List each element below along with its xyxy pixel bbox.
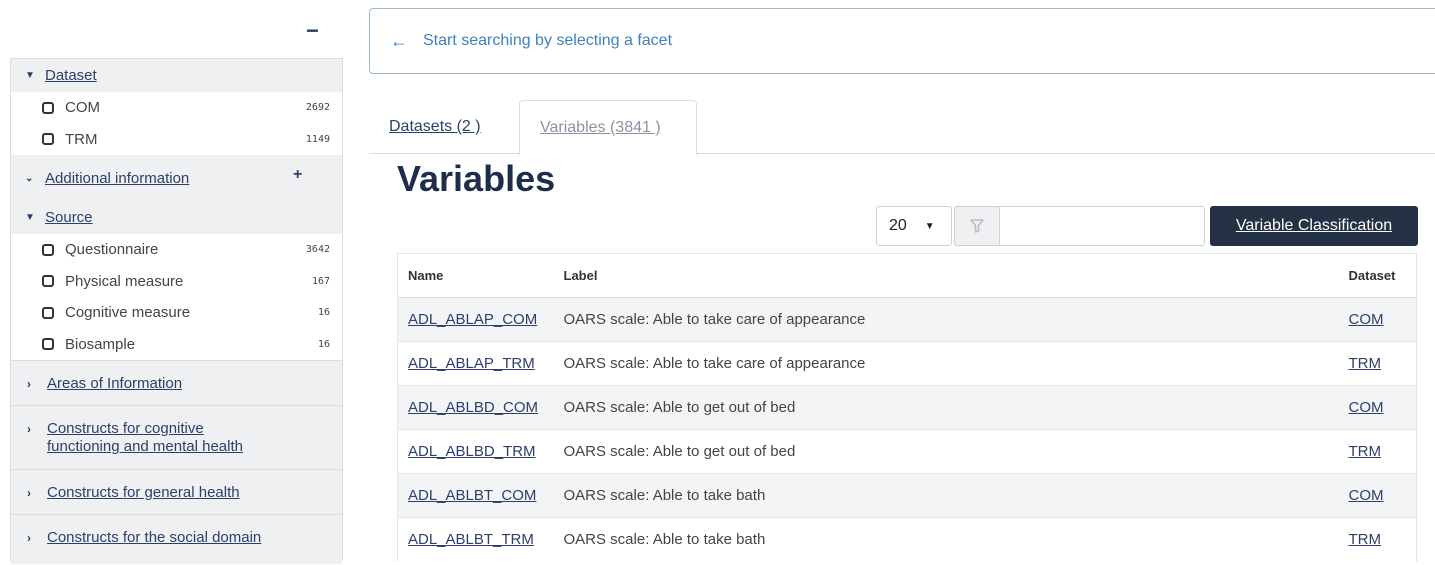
facet-title-line: Constructs for cognitive [47, 420, 204, 437]
plus-icon[interactable]: + [293, 166, 302, 184]
chevron-right-icon: › [27, 422, 31, 436]
facet-option-label: COM [65, 99, 100, 117]
variable-label: OARS scale: Able to take bath [563, 517, 1337, 562]
column-header-label[interactable]: Label [563, 253, 1337, 298]
tab-variables[interactable]: Variables (3841 ) [519, 100, 697, 155]
dataset-link[interactable]: TRM [1349, 531, 1382, 548]
facet-title-constructs-cognitive[interactable]: Constructs for cognitive functioning and… [47, 420, 243, 456]
facet-option-label: Biosample [65, 335, 136, 353]
chevron-right-icon: › [27, 531, 31, 545]
facet-option-questionnaire[interactable]: Questionnaire 3642 [11, 234, 342, 266]
dataset-link[interactable]: COM [1349, 487, 1384, 504]
facet-title-constructs-general-health[interactable]: Constructs for general health [47, 484, 240, 502]
variable-name-link[interactable]: ADL_ABLAP_COM [408, 311, 537, 328]
facet-title-line: functioning and mental health [47, 438, 243, 455]
facet-option-cognitive-measure[interactable]: Cognitive measure 16 [11, 297, 342, 329]
column-header-dataset[interactable]: Dataset [1336, 253, 1417, 298]
facet-option-count: 2692 [305, 102, 330, 114]
dataset-link[interactable]: COM [1349, 311, 1384, 328]
facet-option-count: 1149 [305, 133, 330, 145]
checkbox[interactable] [42, 133, 54, 146]
facet-option-trm[interactable]: TRM 1149 [11, 124, 342, 156]
table-row: ADL_ABLAP_TRM OARS scale: Able to take c… [397, 341, 1417, 386]
facet-header-constructs-general-health[interactable]: › Constructs for general health [11, 469, 342, 514]
variable-name-link[interactable]: ADL_ABLBT_COM [408, 487, 536, 504]
checkbox[interactable] [42, 275, 54, 288]
checkbox[interactable] [42, 306, 54, 319]
info-banner: ← Start searching by selecting a facet [369, 8, 1435, 74]
facet-option-label: Physical measure [65, 272, 184, 290]
facet-option-count: 16 [317, 307, 330, 319]
chevron-right-icon: › [27, 486, 31, 500]
facet-option-count: 3642 [305, 244, 330, 256]
table-row: ADL_ABLBT_COM OARS scale: Able to take b… [397, 473, 1417, 518]
variable-label: OARS scale: Able to get out of bed [563, 429, 1337, 474]
facet-title-constructs-social-domain[interactable]: Constructs for the social domain [47, 529, 261, 547]
table-row: ADL_ABLBT_TRM OARS scale: Able to take b… [397, 517, 1417, 562]
variable-label: OARS scale: Able to get out of bed [563, 385, 1337, 430]
facet-option-com[interactable]: COM 2692 [11, 92, 342, 124]
filter-icon-graphic [970, 219, 984, 233]
table-header-row: Name Label Dataset [397, 253, 1417, 298]
collapse-sidebar-button[interactable]: − [306, 20, 319, 42]
caret-down-icon: ▼ [25, 70, 35, 81]
table-row: ADL_ABLAP_COM OARS scale: Able to take c… [397, 297, 1417, 342]
table-row: ADL_ABLBD_COM OARS scale: Able to get ou… [397, 385, 1417, 430]
chevron-right-icon: › [27, 377, 31, 391]
facet-option-physical-measure[interactable]: Physical measure 167 [11, 266, 342, 298]
checkbox[interactable] [42, 338, 54, 351]
facet-option-biosample[interactable]: Biosample 16 [11, 329, 342, 361]
variable-classification-button[interactable]: Variable Classification [1210, 206, 1418, 246]
arrow-left-icon: ← [390, 30, 408, 51]
facet-option-label: TRM [65, 130, 98, 148]
table-row: ADL_ABLBD_TRM OARS scale: Able to get ou… [397, 429, 1417, 474]
facet-header-areas-of-information[interactable]: › Areas of Information [11, 360, 342, 405]
facet-title-source[interactable]: Source [45, 209, 93, 226]
facet-option-count: 167 [311, 275, 330, 287]
facet-option-label: Questionnaire [65, 241, 159, 259]
facet-option-count: 16 [317, 338, 330, 350]
facet-header-constructs-social-domain[interactable]: › Constructs for the social domain [11, 514, 342, 564]
dataset-link[interactable]: TRM [1349, 355, 1382, 372]
result-tabs: Datasets (2 ) Variables (3841 ) [369, 100, 1435, 155]
variable-name-link[interactable]: ADL_ABLAP_TRM [408, 355, 535, 372]
page-title: Variables [397, 158, 556, 199]
caret-down-icon: ▼ [25, 212, 35, 223]
filter-icon [954, 206, 1000, 246]
filter-input[interactable] [1000, 206, 1205, 246]
column-header-name[interactable]: Name [397, 253, 564, 298]
page-size-select[interactable]: 20 ▼ [876, 206, 952, 246]
tab-datasets[interactable]: Datasets (2 ) [369, 100, 517, 154]
facet-title-additional-information[interactable]: Additional information [45, 170, 189, 187]
info-banner-text: Start searching by selecting a facet [423, 32, 673, 49]
variable-name-link[interactable]: ADL_ABLBD_TRM [408, 443, 536, 460]
facet-option-label: Cognitive measure [65, 304, 191, 322]
facet-sidebar: ▼ Dataset COM 2692 TRM 1149 ⌄ Additional… [10, 58, 343, 564]
variable-label: OARS scale: Able to take bath [563, 473, 1337, 518]
facet-header-dataset[interactable]: ▼ Dataset [11, 59, 342, 92]
caret-down-icon: ▼ [924, 220, 935, 232]
variable-name-link[interactable]: ADL_ABLBD_COM [408, 399, 538, 416]
facet-title-dataset[interactable]: Dataset [45, 67, 97, 84]
chevron-down-icon: ⌄ [25, 172, 34, 184]
facet-header-constructs-cognitive[interactable]: › Constructs for cognitive functioning a… [11, 405, 342, 469]
page-size-value: 20 [889, 217, 907, 234]
variable-label: OARS scale: Able to take care of appeara… [563, 297, 1337, 342]
dataset-link[interactable]: TRM [1349, 443, 1382, 460]
variable-label: OARS scale: Able to take care of appeara… [563, 341, 1337, 386]
facet-title-areas-of-information[interactable]: Areas of Information [47, 375, 182, 393]
variable-name-link[interactable]: ADL_ABLBT_TRM [408, 531, 534, 548]
dataset-link[interactable]: COM [1349, 399, 1384, 416]
facet-header-additional-information[interactable]: ⌄ Additional information + [11, 155, 342, 201]
checkbox[interactable] [42, 101, 54, 114]
variables-table: Name Label Dataset ADL_ABLAP_COM OARS sc… [397, 253, 1417, 562]
facet-header-source[interactable]: ▼ Source [11, 201, 342, 234]
checkbox[interactable] [42, 243, 54, 256]
